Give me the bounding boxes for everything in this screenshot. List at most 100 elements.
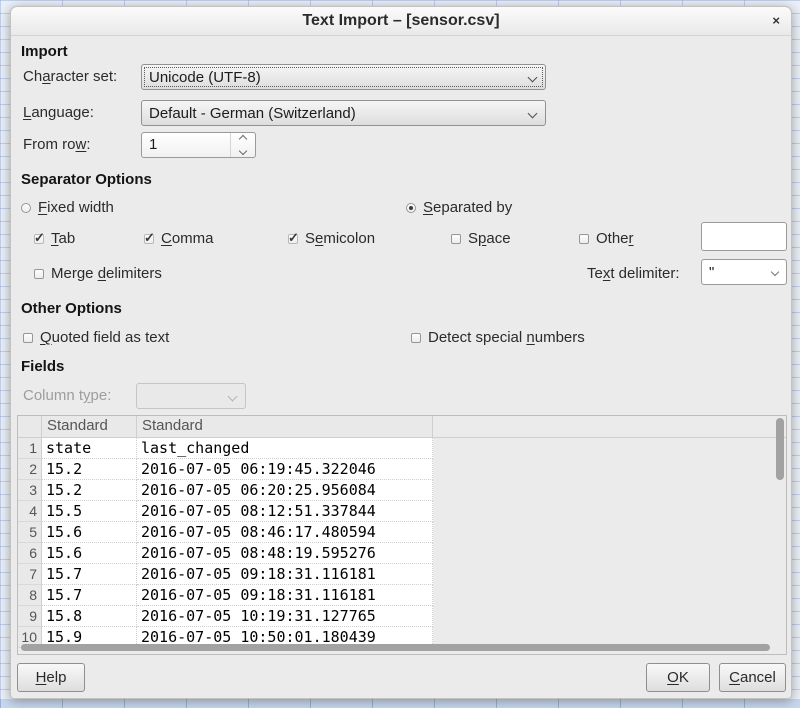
table-row[interactable]: 615.62016-07-05 08:48:19.595276: [18, 543, 786, 564]
row-number-header: [18, 416, 42, 437]
dialog-titlebar[interactable]: Text Import – [sensor.csv] ×: [11, 7, 791, 36]
preview-table[interactable]: Standard Standard 1statelast_changed215.…: [17, 415, 787, 655]
table-row[interactable]: 1statelast_changed: [18, 438, 786, 459]
cell-state[interactable]: 15.6: [42, 543, 137, 564]
row-number: 8: [18, 585, 42, 606]
radio-icon: [21, 203, 31, 213]
fields-heading: Fields: [21, 358, 64, 375]
row-filler: [433, 585, 786, 606]
separated-by-label: Separated by: [423, 199, 512, 216]
spreadsheet-background-footer: [0, 699, 800, 708]
cell-state[interactable]: 15.7: [42, 564, 137, 585]
checkbox-icon: [451, 234, 461, 244]
ok-button[interactable]: OK: [646, 663, 710, 692]
row-filler: [433, 564, 786, 585]
cell-state[interactable]: 15.2: [42, 480, 137, 501]
close-icon[interactable]: ×: [772, 7, 780, 35]
semicolon-label: Semicolon: [305, 230, 375, 247]
fixed-width-radio[interactable]: Fixed width: [21, 199, 114, 216]
row-number: 4: [18, 501, 42, 522]
charset-value: Unicode (UTF-8): [149, 69, 261, 86]
separator-options-heading: Separator Options: [21, 171, 152, 188]
cell-state[interactable]: 15.2: [42, 459, 137, 480]
tab-label: Tab: [51, 230, 75, 247]
text-delimiter-value: ": [709, 264, 714, 281]
merge-delimiters-label: Merge delimiters: [51, 265, 162, 282]
table-row[interactable]: 815.72016-07-05 09:18:31.116181: [18, 585, 786, 606]
text-import-dialog: Text Import – [sensor.csv] × Import Char…: [10, 6, 792, 699]
cell-state[interactable]: 15.7: [42, 585, 137, 606]
row-filler: [433, 543, 786, 564]
cell-state[interactable]: 15.6: [42, 522, 137, 543]
checkbox-checked-icon: [34, 234, 44, 244]
preview-table-body: 1statelast_changed215.22016-07-05 06:19:…: [18, 438, 786, 648]
checkbox-icon: [34, 269, 44, 279]
cell-last-changed[interactable]: 2016-07-05 09:18:31.116181: [137, 564, 433, 585]
cell-last-changed[interactable]: 2016-07-05 08:12:51.337844: [137, 501, 433, 522]
cell-last-changed[interactable]: 2016-07-05 06:20:25.956084: [137, 480, 433, 501]
charset-label: Character set:: [23, 68, 117, 85]
table-row[interactable]: 215.22016-07-05 06:19:45.322046: [18, 459, 786, 480]
chevron-down-icon: [528, 108, 538, 118]
from-row-stepper[interactable]: 1: [141, 132, 256, 158]
table-row[interactable]: 515.62016-07-05 08:46:17.480594: [18, 522, 786, 543]
text-delimiter-combo[interactable]: ": [701, 259, 787, 285]
detect-numbers-checkbox[interactable]: Detect special numbers: [411, 329, 585, 346]
row-number: 3: [18, 480, 42, 501]
table-row[interactable]: 315.22016-07-05 06:20:25.956084: [18, 480, 786, 501]
semicolon-checkbox[interactable]: Semicolon: [288, 230, 375, 247]
from-row-label: From row:: [23, 136, 91, 153]
other-label: Other: [596, 230, 634, 247]
language-select[interactable]: Default - German (Switzerland): [141, 100, 546, 126]
cell-last-changed[interactable]: 2016-07-05 06:19:45.322046: [137, 459, 433, 480]
cell-state[interactable]: 15.8: [42, 606, 137, 627]
tab-checkbox[interactable]: Tab: [34, 230, 75, 247]
text-delimiter-label: Text delimiter:: [587, 265, 680, 282]
checkbox-checked-icon: [144, 234, 154, 244]
space-checkbox[interactable]: Space: [451, 230, 511, 247]
row-number: 5: [18, 522, 42, 543]
import-heading: Import: [21, 43, 68, 60]
help-button[interactable]: Help: [17, 663, 85, 692]
cell-last-changed[interactable]: 2016-07-05 08:48:19.595276: [137, 543, 433, 564]
header-filler: [433, 416, 786, 437]
checkbox-icon: [411, 333, 421, 343]
horizontal-scrollbar[interactable]: [21, 644, 770, 651]
column-type-label: Column type:: [23, 387, 111, 404]
table-row[interactable]: 415.52016-07-05 08:12:51.337844: [18, 501, 786, 522]
row-number: 1: [18, 438, 42, 459]
other-separator-input[interactable]: [701, 222, 787, 251]
checkbox-icon: [579, 234, 589, 244]
cell-last-changed[interactable]: 2016-07-05 09:18:31.116181: [137, 585, 433, 606]
chevron-down-icon: [528, 72, 538, 82]
quoted-field-checkbox[interactable]: Quoted field as text: [23, 329, 169, 346]
language-value: Default - German (Switzerland): [149, 105, 356, 122]
comma-checkbox[interactable]: Comma: [144, 230, 214, 247]
cell-state[interactable]: 15.5: [42, 501, 137, 522]
cell-last-changed[interactable]: 2016-07-05 10:19:31.127765: [137, 606, 433, 627]
column-1-header[interactable]: Standard: [42, 416, 137, 437]
separated-by-radio[interactable]: Separated by: [406, 199, 512, 216]
chevron-down-icon: [228, 391, 238, 401]
stepper-up-button[interactable]: [231, 133, 255, 145]
cell-last-changed[interactable]: last_changed: [137, 438, 433, 459]
table-row[interactable]: 715.72016-07-05 09:18:31.116181: [18, 564, 786, 585]
cancel-button[interactable]: Cancel: [719, 663, 786, 692]
column-2-header[interactable]: Standard: [137, 416, 433, 437]
other-checkbox[interactable]: Other: [579, 230, 634, 247]
row-filler: [433, 459, 786, 480]
cell-last-changed[interactable]: 2016-07-05 08:46:17.480594: [137, 522, 433, 543]
row-number: 9: [18, 606, 42, 627]
preview-table-header[interactable]: Standard Standard: [18, 416, 786, 438]
column-type-select: [136, 383, 246, 409]
stepper-down-button[interactable]: [231, 145, 255, 157]
row-filler: [433, 480, 786, 501]
charset-select[interactable]: Unicode (UTF-8): [141, 64, 546, 90]
table-row[interactable]: 915.82016-07-05 10:19:31.127765: [18, 606, 786, 627]
other-options-heading: Other Options: [21, 300, 122, 317]
vertical-scrollbar[interactable]: [776, 418, 784, 480]
language-label: Language:: [23, 104, 94, 121]
cell-state[interactable]: state: [42, 438, 137, 459]
dialog-title: Text Import – [sensor.csv]: [302, 12, 499, 29]
merge-delimiters-checkbox[interactable]: Merge delimiters: [34, 265, 162, 282]
